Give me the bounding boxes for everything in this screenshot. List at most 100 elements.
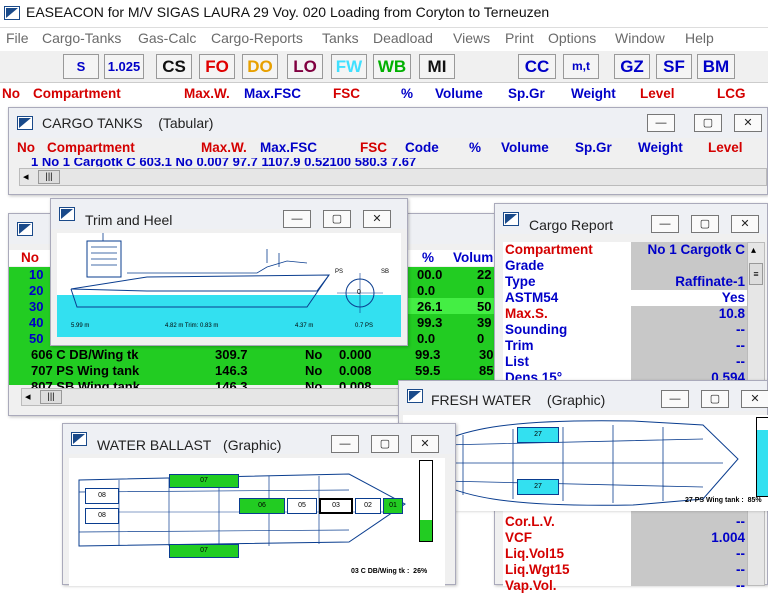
minimize-button[interactable]: — [651,215,679,233]
scroll-thumb[interactable]: ||| [40,390,62,404]
ballast-tank-08-stbd[interactable]: 08 [85,488,119,504]
close-button[interactable]: ✕ [734,114,762,132]
report-value: -- [736,322,745,337]
window-icon [17,222,33,236]
menu-file[interactable]: File [6,30,29,46]
ballast-tank-06[interactable]: 06 [239,498,285,514]
mi-button[interactable]: MI [419,54,455,79]
scroll-left-icon[interactable]: ◂ [23,170,29,183]
close-button[interactable]: ✕ [731,215,759,233]
ballast-tank-07-port[interactable]: 07 [169,544,239,558]
window-icon [17,116,33,130]
maximize-button[interactable]: ▢ [371,435,399,453]
menu-cargo-tanks[interactable]: Cargo-Tanks [42,30,121,46]
menu-options[interactable]: Options [548,30,596,46]
menu-tanks[interactable]: Tanks [322,30,359,46]
report-value-cell[interactable]: Yes [631,290,747,306]
close-button[interactable]: ✕ [741,390,768,408]
report-value-cell[interactable]: -- [631,354,747,370]
window-icon [503,212,519,226]
ballast-tank-01[interactable]: 01 [383,498,403,514]
bm-button[interactable]: BM [697,54,735,79]
menu-bar: File Cargo-Tanks Gas-Calc Cargo-Reports … [0,28,768,50]
do-button[interactable]: DO [242,54,278,79]
bt-row-compartment: 707 PS Wing tank [31,363,140,378]
bt-row-fsc: 0.000 [339,347,372,362]
header-lcg: LCG [717,86,746,101]
menu-print[interactable]: Print [505,30,534,46]
lo-button[interactable]: LO [287,54,323,79]
report-value-cell[interactable]: -- [631,322,747,338]
trim-sb-label: SB [381,269,390,275]
cargo-tanks-row[interactable]: 1 No 1 Cargotk C 603.1 No 0.007 97.7 110… [27,158,767,167]
cs-button[interactable]: CS [156,54,192,79]
report-value-cell[interactable] [631,258,747,274]
ct-header-fsc: FSC [360,140,387,155]
report-value: -- [736,338,745,353]
maximize-button[interactable]: ▢ [701,390,729,408]
maximize-button[interactable]: ▢ [694,114,722,132]
ballast-level-gauge [419,460,433,542]
cc-button[interactable]: CC [518,54,556,79]
menu-views[interactable]: Views [453,30,490,46]
report-value: -- [736,514,745,529]
bt-row-maxfsc: No [305,347,323,362]
wb-button[interactable]: WB [373,54,411,79]
header-volume: Volume [435,86,483,101]
window-title: WATER BALLAST (Graphic) [97,437,282,453]
minimize-button[interactable]: — [661,390,689,408]
fo-button[interactable]: FO [199,54,235,79]
bt-row-no: 10 [29,267,44,282]
report-value-cell[interactable]: 10.8 [631,306,747,322]
bt-row-volume: 50 [477,299,492,314]
minimize-button[interactable]: — [331,435,359,453]
fresh-tank-27-port[interactable]: 27 [517,479,559,495]
ballast-tank-05[interactable]: 05 [287,498,317,514]
s-button[interactable]: S [63,54,99,79]
ballast-tank-08-port[interactable]: 08 [85,508,119,524]
bt-row-compartment: 606 C DB/Wing tk [31,347,139,362]
gz-button[interactable]: GZ [614,54,650,79]
ballast-tank-07-stbd[interactable]: 07 [169,474,239,488]
ballast-tank-02[interactable]: 02 [355,498,381,514]
menu-cargo-reports[interactable]: Cargo-Reports [211,30,303,46]
ct-header-code: Code [405,140,439,155]
close-button[interactable]: ✕ [411,435,439,453]
ct-header-maxw: Max.W. [201,140,247,155]
window-title: Cargo Report [529,217,614,233]
scroll-thumb[interactable]: ||| [38,170,60,184]
sf-button[interactable]: SF [656,54,692,79]
report-value-cell[interactable]: Raffinate-1 [631,274,747,290]
mt-button[interactable]: m,t [563,54,599,79]
fresh-tank-27-stbd[interactable]: 27 [517,427,559,443]
menu-gas-calc[interactable]: Gas-Calc [138,30,196,46]
window-title: FRESH WATER (Graphic) [431,392,606,408]
maximize-button[interactable]: ▢ [323,210,351,228]
header-maxfsc: Max.FSC [244,86,302,101]
horizontal-scrollbar[interactable]: ◂ ||| [19,168,767,186]
minimize-button[interactable]: — [647,114,675,132]
menu-help[interactable]: Help [685,30,714,46]
bt-row-fsc: 0.008 [339,363,372,378]
header-no: No [2,86,20,101]
bt-row-volume: 85 [479,363,494,378]
ct-header-volume: Volume [501,140,549,155]
report-value-cell[interactable]: No 1 Cargotk C [631,242,747,258]
maximize-button[interactable]: ▢ [691,215,719,233]
bt-row-volume: 0 [477,331,485,346]
report-value-cell[interactable]: -- [631,338,747,354]
header-level: Level [640,86,675,101]
scroll-left-icon[interactable]: ◂ [25,390,31,403]
scroll-up-icon[interactable]: ▴ [751,245,756,256]
report-key: Trim [505,338,534,353]
ballast-tank-03[interactable]: 03 [319,498,353,514]
fw-button[interactable]: FW [331,54,367,79]
close-button[interactable]: ✕ [363,210,391,228]
menu-window[interactable]: Window [615,30,665,46]
minimize-button[interactable]: — [283,210,311,228]
density-button[interactable]: 1.025 [104,54,144,79]
scroll-thumb[interactable]: ≡ [749,263,763,285]
bt-row-volume: 22 [477,267,492,282]
ct-header-spgr: Sp.Gr [575,140,612,155]
menu-deadload[interactable]: Deadload [373,30,433,46]
